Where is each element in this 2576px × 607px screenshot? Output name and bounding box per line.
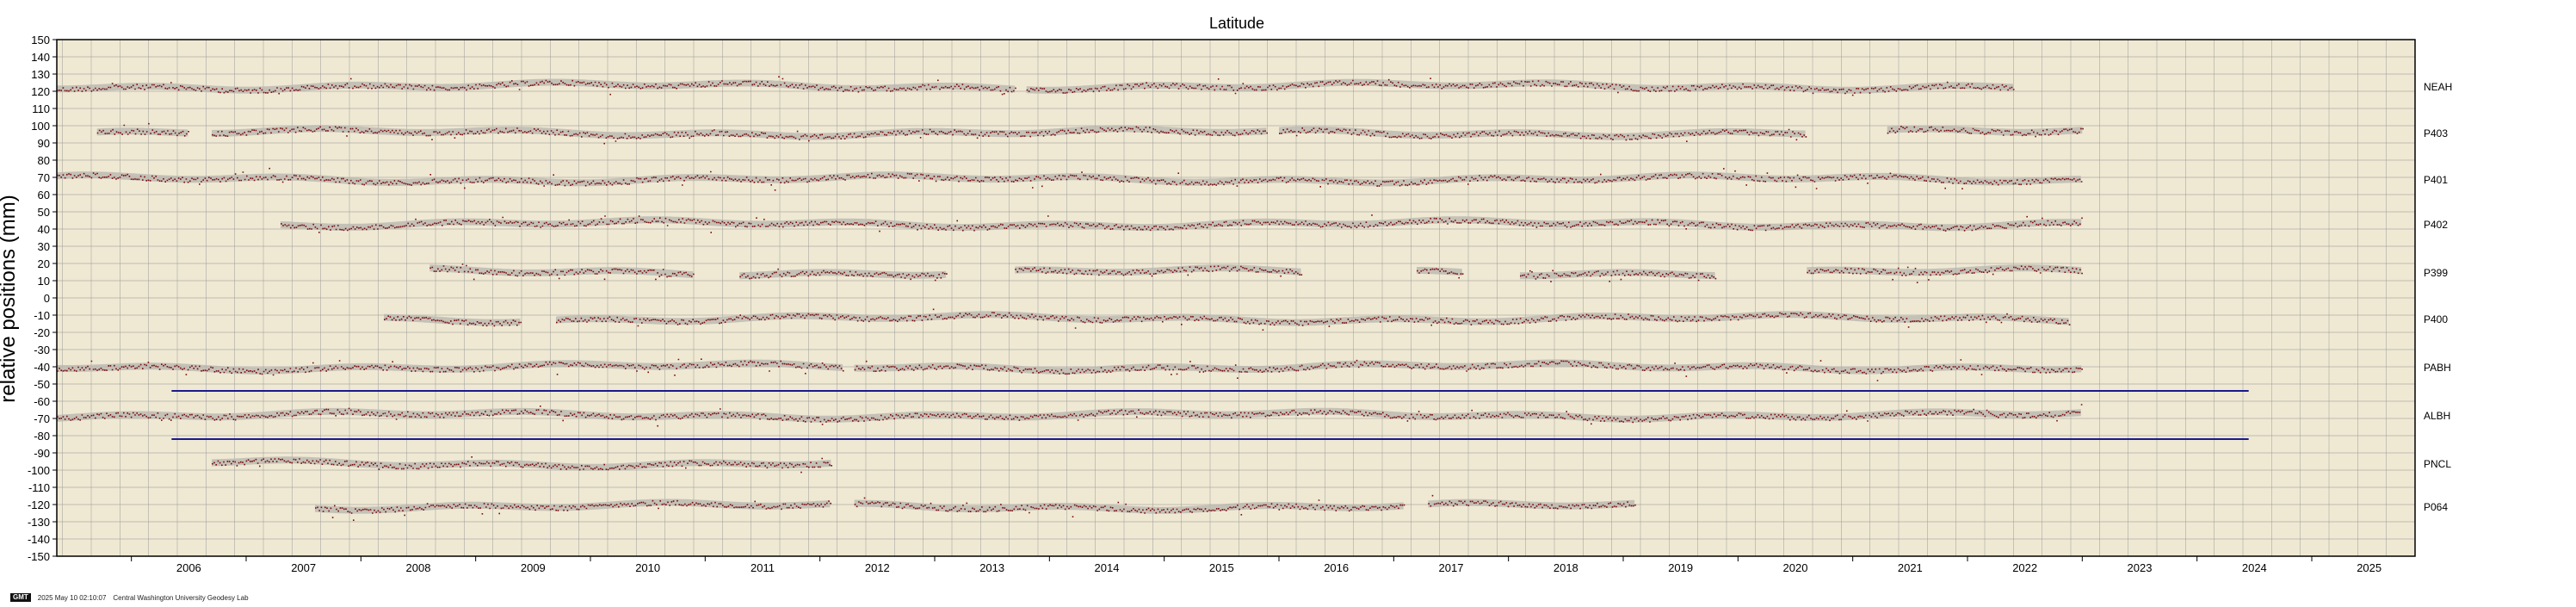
y-tick-label: 50 <box>38 206 50 219</box>
x-tick-label: 2013 <box>979 561 1004 574</box>
x-tick-label: 2020 <box>1783 561 1808 574</box>
x-tick-label: 2018 <box>1554 561 1578 574</box>
y-tick-label: 110 <box>32 102 50 115</box>
y-tick-label: -80 <box>34 430 50 443</box>
y-tick-label: -20 <box>34 326 50 339</box>
x-tick-label: 2009 <box>521 561 546 574</box>
timestamp: 2025 May 10 02:10:07 <box>37 593 107 602</box>
y-tick-label: 70 <box>38 171 50 184</box>
x-tick-label: 2007 <box>291 561 316 574</box>
series-label: ALBH <box>2424 410 2450 422</box>
y-tick-label: 100 <box>31 120 50 133</box>
chart-title: Latitude <box>1209 15 1264 32</box>
x-tick-label: 2022 <box>2012 561 2037 574</box>
latitude-chart: 1501401301201101009080706050403020100-10… <box>0 15 2452 574</box>
y-axis-label: relative positions (mm) <box>0 195 20 402</box>
y-tick-label: 60 <box>38 189 50 201</box>
series-labels: NEAH P403 P401 P402 P399 P400 PABH ALBH PNCL P064 <box>2424 81 2452 513</box>
x-tick-label: 2016 <box>1324 561 1349 574</box>
series-label: P400 <box>2424 313 2448 325</box>
series-label: PABH <box>2424 362 2451 374</box>
y-tick-label: -10 <box>34 309 50 322</box>
y-tick-label: -140 <box>28 533 50 546</box>
x-tick-label: 2014 <box>1095 561 1120 574</box>
y-tick-label: -30 <box>34 344 50 356</box>
y-tick-label: -110 <box>28 481 50 494</box>
x-tick-label: 2015 <box>1209 561 1234 574</box>
series-label: P399 <box>2424 267 2448 279</box>
y-tick-label: -100 <box>28 464 50 477</box>
series-label: PNCL <box>2424 458 2451 470</box>
y-tick-label: 0 <box>44 292 50 305</box>
y-tick-label: -70 <box>34 412 50 425</box>
y-tick-label: -90 <box>34 447 50 460</box>
y-tick-label: -60 <box>34 395 50 408</box>
x-tick-label: 2025 <box>2357 561 2381 574</box>
x-tick-label: 2011 <box>751 561 775 574</box>
x-tick-label: 2006 <box>176 561 201 574</box>
x-tick-label: 2008 <box>406 561 431 574</box>
series-label: NEAH <box>2424 81 2452 93</box>
y-tick-label: 120 <box>31 85 50 98</box>
y-tick-label: 20 <box>38 257 50 270</box>
y-tick-label: 140 <box>31 51 50 64</box>
series-label: P402 <box>2424 219 2448 231</box>
y-tick-label: -130 <box>28 516 50 529</box>
series-label: P064 <box>2424 501 2448 513</box>
y-tick-label: 40 <box>38 223 50 236</box>
series-label: P403 <box>2424 127 2448 139</box>
x-tick-label: 2019 <box>1668 561 1693 574</box>
x-tick-label: 2023 <box>2128 561 2153 574</box>
y-tick-label: -40 <box>34 361 50 374</box>
footer: GMT 2025 May 10 02:10:07 Central Washing… <box>10 592 249 603</box>
y-tick-label: -50 <box>34 378 50 391</box>
y-tick-label: 10 <box>38 275 50 288</box>
y-tick-label: 130 <box>31 68 50 81</box>
y-tick-label: 150 <box>31 34 50 46</box>
x-tick-label: 2024 <box>2242 561 2267 574</box>
gmt-badge: GMT <box>10 593 31 602</box>
y-tick-label: -150 <box>28 550 50 563</box>
x-tick-labels: 2006 2007 2008 2009 2010 2011 2012 2013 2014 2015… <box>131 556 2381 574</box>
y-tick-label: 90 <box>38 137 50 150</box>
x-tick-label: 2017 <box>1439 561 1464 574</box>
y-tick-label: -120 <box>28 499 50 511</box>
series-label: P401 <box>2424 174 2448 186</box>
x-tick-label: 2010 <box>635 561 660 574</box>
y-tick-label: 80 <box>38 154 50 167</box>
x-tick-label: 2012 <box>865 561 890 574</box>
y-tick-labels: 1501401301201101009080706050403020100-10… <box>28 34 57 563</box>
y-tick-label: 30 <box>38 240 50 253</box>
x-tick-label: 2021 <box>1898 561 1923 574</box>
credit: Central Washington University Geodesy La… <box>113 593 249 602</box>
